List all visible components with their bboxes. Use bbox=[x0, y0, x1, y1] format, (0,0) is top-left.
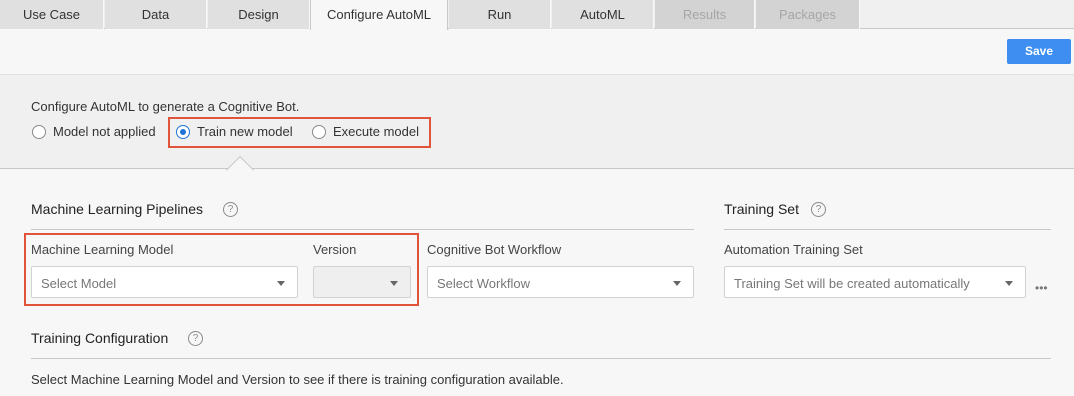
training-set-divider bbox=[724, 229, 1051, 230]
chevron-down-icon bbox=[1005, 281, 1013, 286]
training-set-title: Training Set bbox=[724, 201, 799, 217]
highlight-radio-options bbox=[168, 117, 431, 148]
highlight-model-version bbox=[24, 233, 419, 306]
training-set-label: Automation Training Set bbox=[724, 242, 863, 257]
save-button[interactable]: Save bbox=[1007, 39, 1071, 64]
workflow-label: Cognitive Bot Workflow bbox=[427, 242, 562, 257]
workflow-select[interactable]: Select Workflow bbox=[427, 266, 694, 298]
radio-model-not-applied[interactable]: Model not applied bbox=[32, 124, 156, 139]
configure-panel bbox=[0, 74, 1074, 169]
tab-data[interactable]: Data bbox=[105, 0, 207, 29]
help-circle-icon[interactable]: ? bbox=[811, 202, 826, 217]
radio-button[interactable] bbox=[32, 124, 46, 139]
workflow-select-value: Select Workflow bbox=[437, 276, 530, 291]
tab-design[interactable]: Design bbox=[208, 0, 310, 29]
chevron-down-icon bbox=[673, 281, 681, 286]
training-set-select[interactable]: Training Set will be created automatical… bbox=[724, 266, 1026, 298]
training-config-title: Training Configuration bbox=[31, 330, 169, 346]
training-config-note: Select Machine Learning Model and Versio… bbox=[31, 372, 564, 387]
training-set-select-value: Training Set will be created automatical… bbox=[734, 276, 970, 291]
help-circle-icon[interactable]: ? bbox=[223, 202, 238, 217]
tab-packages[interactable]: Packages bbox=[756, 0, 860, 29]
more-horizontal-icon[interactable]: ••• bbox=[1035, 281, 1048, 295]
pipelines-divider bbox=[31, 229, 694, 230]
pipelines-title: Machine Learning Pipelines bbox=[31, 201, 203, 217]
tab-automl[interactable]: AutoML bbox=[552, 0, 654, 29]
tab-run[interactable]: Run bbox=[449, 0, 551, 29]
tab-use-case[interactable]: Use Case bbox=[0, 0, 104, 29]
help-circle-icon[interactable]: ? bbox=[188, 331, 203, 346]
tab-bar: Use Case Data Design Configure AutoML Ru… bbox=[0, 0, 1074, 30]
tab-configure-automl[interactable]: Configure AutoML bbox=[310, 0, 448, 30]
tab-results[interactable]: Results bbox=[655, 0, 755, 29]
configure-description: Configure AutoML to generate a Cognitive… bbox=[31, 99, 300, 114]
radio-label: Model not applied bbox=[53, 124, 156, 139]
training-config-divider bbox=[31, 358, 1051, 359]
